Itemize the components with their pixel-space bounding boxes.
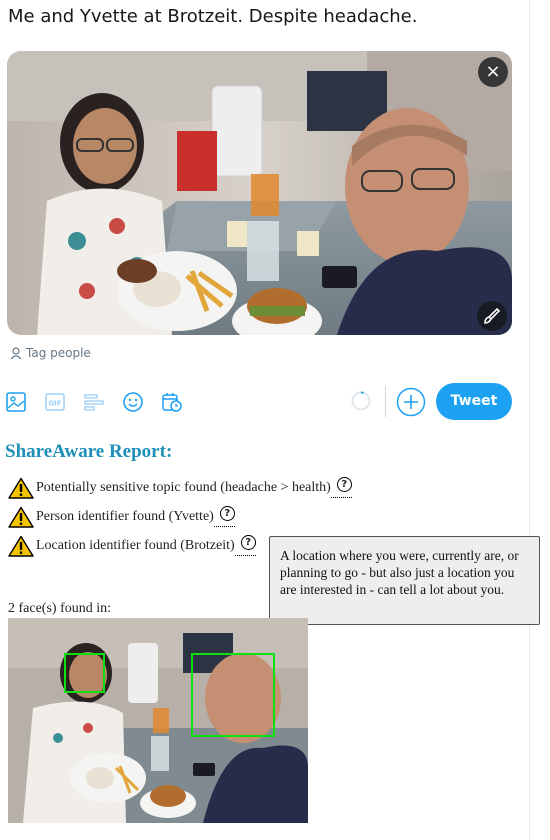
gif-text: GIF <box>48 400 61 408</box>
finding-person: Person identifier found (Yvette) ? <box>8 505 235 529</box>
character-count-ring <box>351 391 371 411</box>
thumbnail-illustration <box>8 618 308 823</box>
face-detection-thumbnail <box>8 618 308 823</box>
gif-button[interactable]: GIF <box>37 384 73 420</box>
tag-people-link[interactable]: Tag people <box>10 346 91 360</box>
finding-text: Person identifier found (Yvette) <box>36 509 214 524</box>
help-icon: ? <box>336 476 352 492</box>
tweet-button[interactable]: Tweet <box>436 383 512 420</box>
warning-icon <box>8 506 34 528</box>
help-icon: ? <box>240 534 256 550</box>
media-button[interactable] <box>0 384 34 420</box>
help-tooltip-trigger[interactable]: ? <box>330 476 352 498</box>
toolbar-divider <box>385 386 386 417</box>
schedule-icon <box>162 393 182 412</box>
report-title: ShareAware Report: <box>5 441 173 462</box>
attached-photo[interactable] <box>7 51 512 335</box>
close-icon: × <box>485 61 501 82</box>
warning-icon <box>8 477 34 499</box>
emoji-button[interactable] <box>115 384 151 420</box>
poll-icon <box>84 394 104 411</box>
schedule-button[interactable] <box>154 384 190 420</box>
faces-found-label: 2 face(s) found in: <box>8 601 112 616</box>
brush-icon <box>484 307 501 324</box>
help-icon: ? <box>219 505 235 521</box>
emoji-icon <box>123 392 143 412</box>
poll-button[interactable] <box>76 384 112 420</box>
photo-illustration <box>7 51 512 335</box>
image-icon <box>6 392 26 412</box>
help-tooltip-trigger[interactable]: ? <box>213 505 235 527</box>
gif-icon: GIF <box>45 393 65 411</box>
warning-icon <box>8 535 34 557</box>
tag-people-label: Tag people <box>26 346 91 360</box>
edit-photo-button[interactable] <box>477 301 507 331</box>
finding-text: Potentially sensitive topic found (heada… <box>36 480 331 495</box>
tweet-text[interactable]: Me and Yvette at Brotzeit. Despite heada… <box>8 6 417 27</box>
finding-text: Location identifier found (Brotzeit) <box>36 538 235 553</box>
remove-photo-button[interactable]: × <box>478 57 508 87</box>
help-tooltip-trigger[interactable]: ? <box>234 534 256 556</box>
column-border <box>529 0 530 840</box>
add-tweet-button[interactable] <box>396 387 426 417</box>
location-tooltip: A location where you were, currently are… <box>269 536 540 625</box>
person-icon <box>10 346 22 359</box>
finding-topic: Potentially sensitive topic found (heada… <box>8 476 352 500</box>
finding-location: Location identifier found (Brotzeit) ? <box>8 534 256 558</box>
